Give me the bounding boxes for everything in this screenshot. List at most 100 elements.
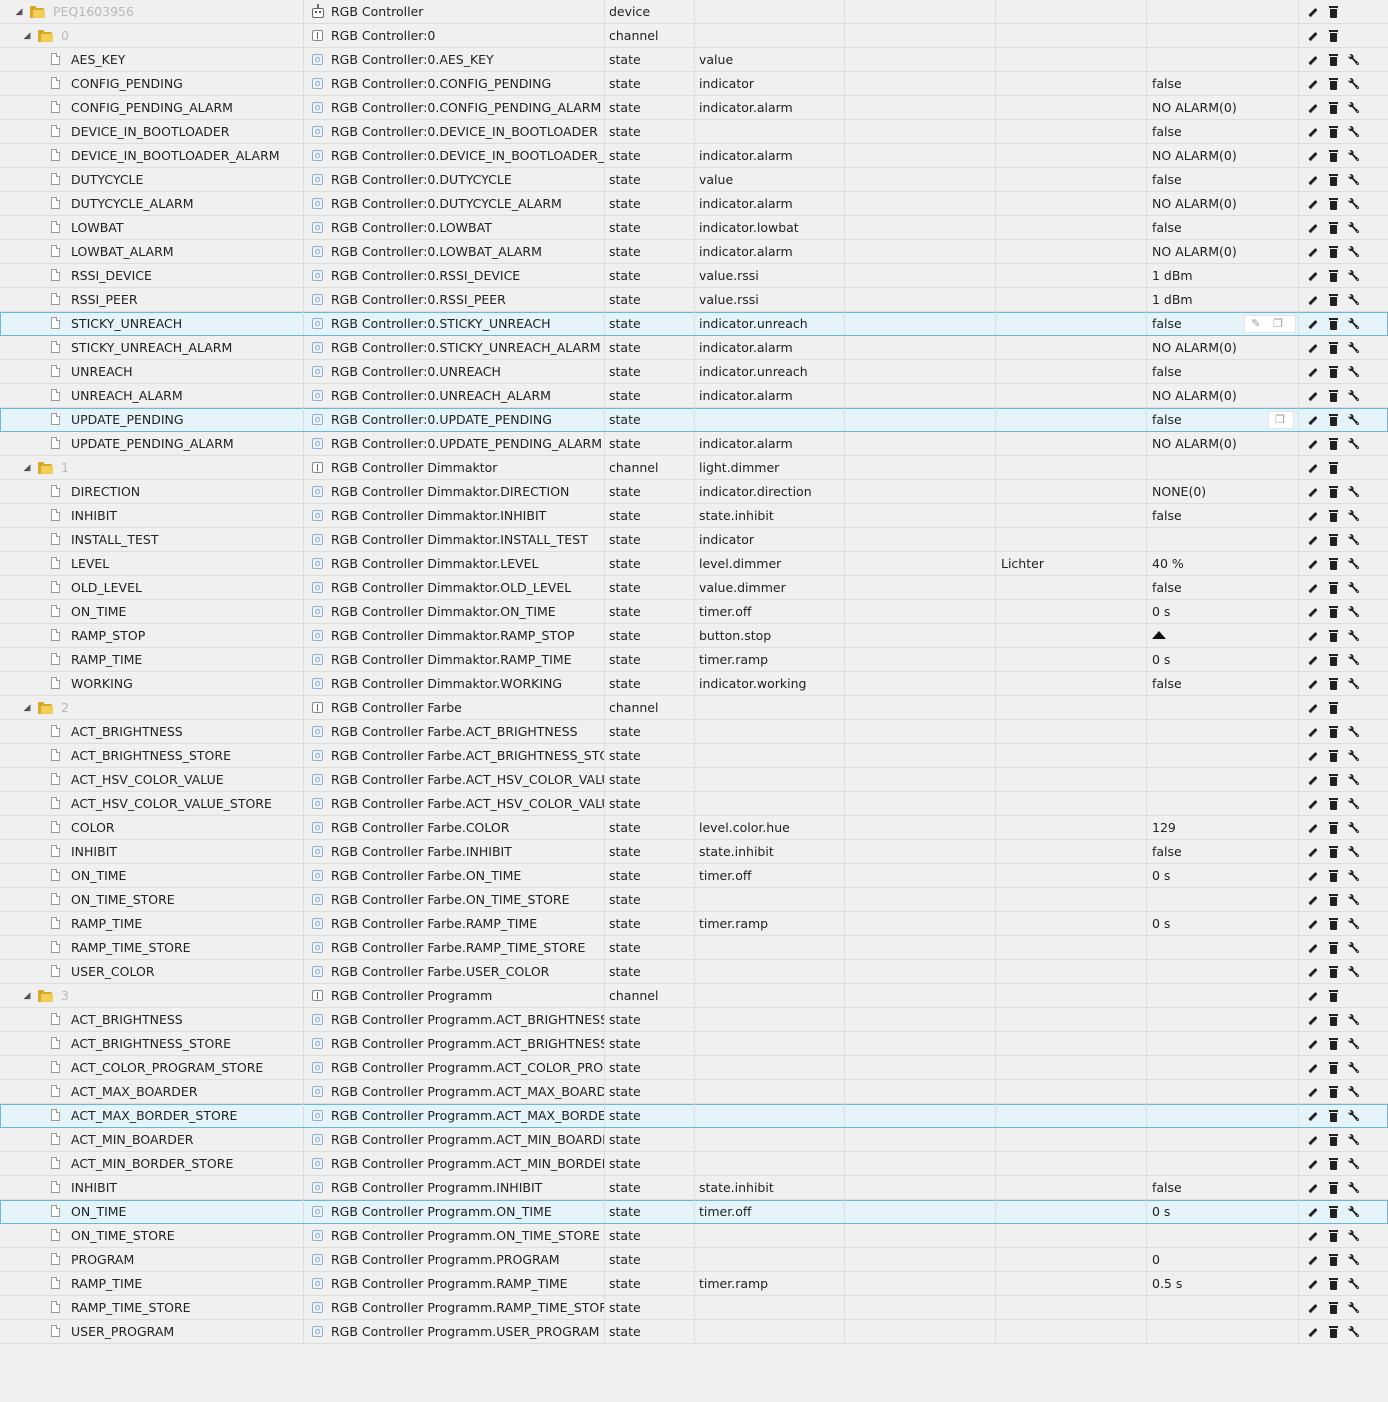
object-value[interactable]: NO ALARM(0) <box>1146 240 1298 264</box>
object-value[interactable] <box>1146 720 1298 744</box>
edit-button[interactable] <box>1303 816 1323 840</box>
edit-button[interactable] <box>1303 1104 1323 1128</box>
table-row[interactable]: CONFIG_PENDING_ALARM RGB Controller:0.CON… <box>0 96 1388 120</box>
table-row[interactable]: ACT_BRIGHTNESS_STORE RGB Controller Farbe… <box>0 744 1388 768</box>
settings-button[interactable]: 🔧 <box>1344 480 1364 504</box>
object-value[interactable] <box>1146 624 1298 648</box>
settings-button[interactable]: 🔧 <box>1344 600 1364 624</box>
table-row[interactable]: WORKING RGB Controller Dimmaktor.WORKING s… <box>0 672 1388 696</box>
edit-button[interactable] <box>1303 672 1323 696</box>
delete-button[interactable] <box>1323 312 1343 336</box>
object-value[interactable] <box>1146 696 1298 720</box>
delete-button[interactable] <box>1323 360 1343 384</box>
delete-button[interactable] <box>1323 456 1343 480</box>
delete-button[interactable] <box>1323 96 1343 120</box>
object-value[interactable] <box>1146 1008 1298 1032</box>
edit-button[interactable] <box>1303 48 1323 72</box>
edit-button[interactable] <box>1303 648 1323 672</box>
object-value[interactable]: false <box>1146 72 1298 96</box>
edit-button[interactable] <box>1303 312 1323 336</box>
table-row[interactable]: RSSI_DEVICE RGB Controller:0.RSSI_DEVICE s… <box>0 264 1388 288</box>
delete-button[interactable] <box>1323 624 1343 648</box>
table-row[interactable]: ACT_MIN_BOARDER RGB Controller Programm.A… <box>0 1128 1388 1152</box>
collapse-toggle-icon[interactable]: ◢ <box>20 984 34 1008</box>
edit-button[interactable] <box>1303 1320 1323 1344</box>
delete-button[interactable] <box>1323 144 1343 168</box>
edit-button[interactable] <box>1303 456 1323 480</box>
edit-button[interactable] <box>1303 864 1323 888</box>
delete-button[interactable] <box>1323 264 1343 288</box>
settings-button[interactable]: 🔧 <box>1344 816 1364 840</box>
object-value[interactable] <box>1146 528 1298 552</box>
delete-button[interactable] <box>1323 240 1343 264</box>
edit-button[interactable] <box>1303 480 1323 504</box>
delete-button[interactable] <box>1323 1320 1343 1344</box>
table-row[interactable]: INHIBIT RGB Controller Programm.INHIBIT st… <box>0 1176 1388 1200</box>
delete-button[interactable] <box>1323 576 1343 600</box>
edit-button[interactable] <box>1303 72 1323 96</box>
delete-button[interactable] <box>1323 120 1343 144</box>
settings-button[interactable]: 🔧 <box>1344 864 1364 888</box>
object-value[interactable]: 0 <box>1146 1248 1298 1272</box>
table-row[interactable]: INSTALL_TEST RGB Controller Dimmaktor.INS… <box>0 528 1388 552</box>
edit-button[interactable] <box>1303 1032 1323 1056</box>
settings-button[interactable]: 🔧 <box>1344 72 1364 96</box>
table-row[interactable]: ON_TIME_STORE RGB Controller Farbe.ON_TIM… <box>0 888 1388 912</box>
delete-button[interactable] <box>1323 72 1343 96</box>
settings-button[interactable]: 🔧 <box>1344 216 1364 240</box>
table-row[interactable]: PROGRAM RGB Controller Programm.PROGRAM st… <box>0 1248 1388 1272</box>
table-row[interactable]: DEVICE_IN_BOOTLOADER RGB Controller:0.DEV… <box>0 120 1388 144</box>
delete-button[interactable] <box>1323 336 1343 360</box>
edit-button[interactable] <box>1303 24 1323 48</box>
table-row[interactable]: OLD_LEVEL RGB Controller Dimmaktor.OLD_LE… <box>0 576 1388 600</box>
table-row[interactable]: ◢ 2 RGB Controller Farbe channel <box>0 696 1388 720</box>
table-row[interactable]: UNREACH_ALARM RGB Controller:0.UNREACH_AL… <box>0 384 1388 408</box>
table-row[interactable]: USER_PROGRAM RGB Controller Programm.USER… <box>0 1320 1388 1344</box>
object-value[interactable] <box>1146 1152 1298 1176</box>
settings-button[interactable]: 🔧 <box>1344 432 1364 456</box>
table-row[interactable]: ON_TIME RGB Controller Dimmaktor.ON_TIME s… <box>0 600 1388 624</box>
table-row[interactable]: UNREACH RGB Controller:0.UNREACH state indi… <box>0 360 1388 384</box>
edit-button[interactable] <box>1303 168 1323 192</box>
table-row[interactable]: ACT_HSV_COLOR_VALUE_STORE RGB Controller … <box>0 792 1388 816</box>
table-row[interactable]: DUTYCYCLE RGB Controller:0.DUTYCYCLE state… <box>0 168 1388 192</box>
edit-button[interactable] <box>1303 600 1323 624</box>
object-value[interactable]: NO ALARM(0) <box>1146 336 1298 360</box>
object-value[interactable]: NO ALARM(0) <box>1146 144 1298 168</box>
settings-button[interactable]: 🔧 <box>1344 1200 1364 1224</box>
delete-button[interactable] <box>1323 1032 1343 1056</box>
table-row[interactable]: STICKY_UNREACH RGB Controller:0.STICKY_UN… <box>0 312 1388 336</box>
table-row[interactable]: ACT_BRIGHTNESS RGB Controller Farbe.ACT_B… <box>0 720 1388 744</box>
delete-button[interactable] <box>1323 912 1343 936</box>
delete-button[interactable] <box>1323 552 1343 576</box>
edit-button[interactable] <box>1303 360 1323 384</box>
edit-button[interactable] <box>1303 840 1323 864</box>
settings-button[interactable]: 🔧 <box>1344 960 1364 984</box>
object-value[interactable] <box>1146 456 1298 480</box>
edit-button[interactable] <box>1303 1224 1323 1248</box>
delete-button[interactable] <box>1323 1248 1343 1272</box>
object-value[interactable]: 0 s <box>1146 912 1298 936</box>
object-value[interactable]: 1 dBm <box>1146 264 1298 288</box>
settings-button[interactable]: 🔧 <box>1344 240 1364 264</box>
table-row[interactable]: RAMP_TIME RGB Controller Dimmaktor.RAMP_T… <box>0 648 1388 672</box>
edit-button[interactable] <box>1303 216 1323 240</box>
copy-icon[interactable]: ❐ <box>1267 316 1289 332</box>
settings-button[interactable]: 🔧 <box>1344 192 1364 216</box>
object-value[interactable] <box>1146 1080 1298 1104</box>
delete-button[interactable] <box>1323 528 1343 552</box>
delete-button[interactable] <box>1323 192 1343 216</box>
object-value[interactable]: false <box>1146 216 1298 240</box>
settings-button[interactable]: 🔧 <box>1344 312 1364 336</box>
delete-button[interactable] <box>1323 864 1343 888</box>
edit-button[interactable] <box>1303 720 1323 744</box>
settings-button[interactable]: 🔧 <box>1344 840 1364 864</box>
object-value[interactable]: false <box>1146 360 1298 384</box>
table-row[interactable]: RAMP_TIME RGB Controller Farbe.RAMP_TIME s… <box>0 912 1388 936</box>
settings-button[interactable]: 🔧 <box>1344 144 1364 168</box>
copy-icon[interactable]: ❐ <box>1269 412 1291 428</box>
settings-button[interactable]: 🔧 <box>1344 504 1364 528</box>
object-value[interactable]: false <box>1146 576 1298 600</box>
table-row[interactable]: ACT_MIN_BORDER_STORE RGB Controller Progr… <box>0 1152 1388 1176</box>
edit-button[interactable] <box>1303 1176 1323 1200</box>
